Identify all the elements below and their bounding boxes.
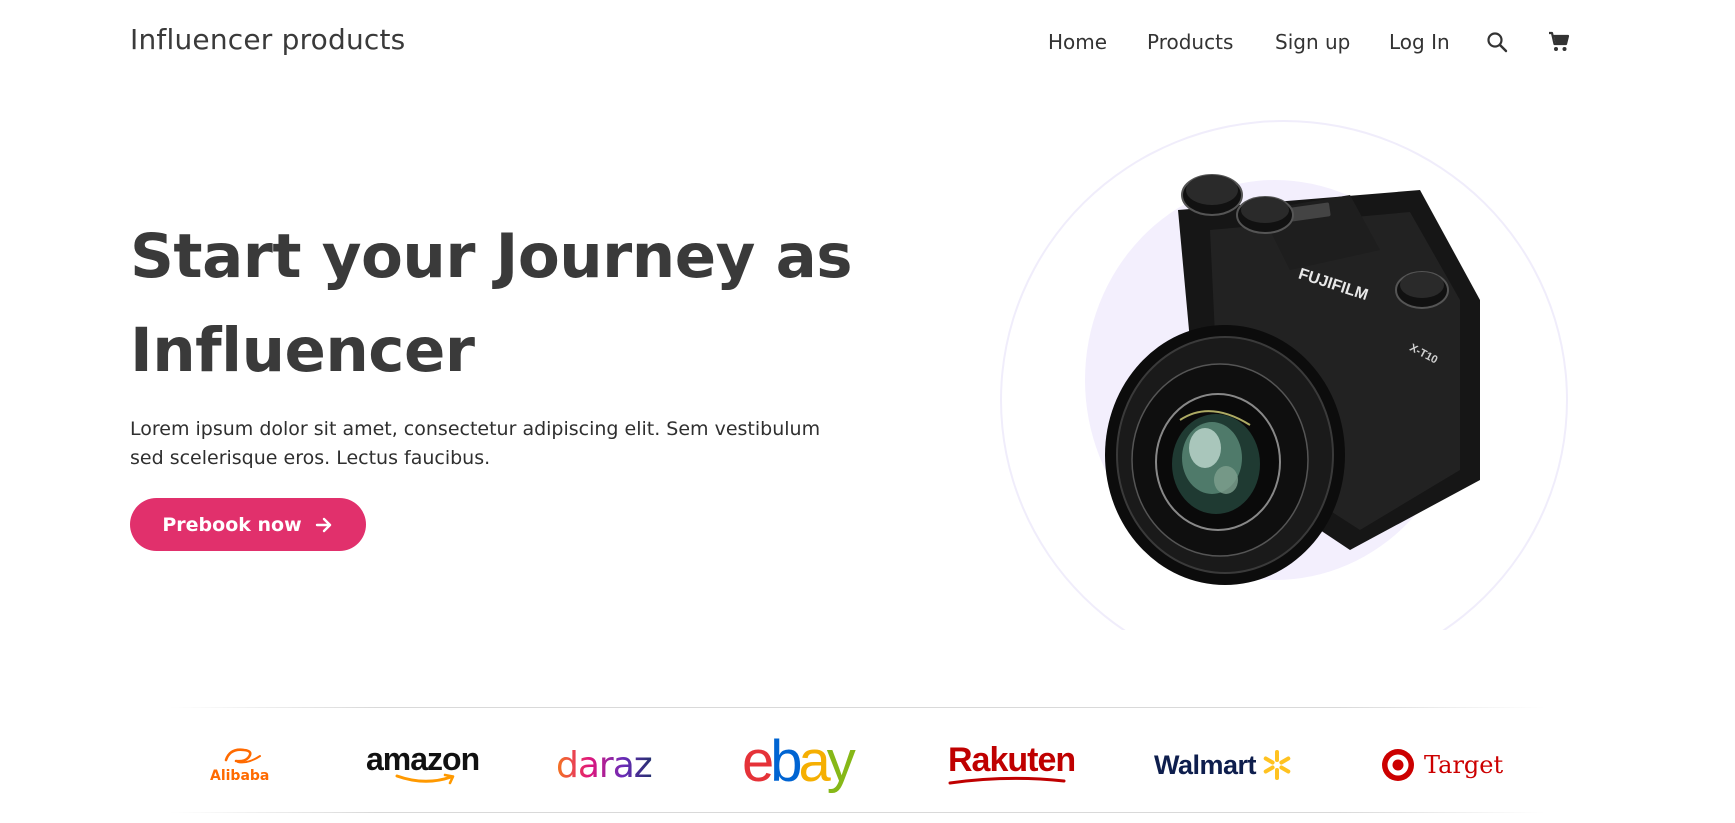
amazon-smile-icon xyxy=(395,773,454,785)
ebay-logo-text: ebay xyxy=(742,735,856,794)
walmart-logo[interactable]: Walmart xyxy=(1154,735,1294,795)
walmart-spark-icon xyxy=(1263,750,1291,780)
main-nav: Home Products Sign up Log In xyxy=(0,30,1735,60)
daraz-logo[interactable]: daraz xyxy=(556,735,658,795)
hero-visual: FUJIFILM X-T10 xyxy=(990,120,1590,630)
daraz-logo-mark: daraz xyxy=(556,745,653,786)
hero-description: Lorem ipsum dolor sit amet, consectetur … xyxy=(130,418,821,469)
rakuten-logo-text: Rakuten xyxy=(948,741,1076,779)
prebook-now-label: Prebook now xyxy=(162,513,302,536)
camera-image: FUJIFILM X-T10 xyxy=(1105,174,1480,585)
brands-divider-top xyxy=(170,707,1545,708)
prebook-now-button[interactable]: Prebook now xyxy=(130,498,366,551)
target-logo[interactable]: Target xyxy=(1380,735,1503,795)
nav-signup-link[interactable]: Sign up xyxy=(1275,30,1350,54)
rakuten-swoosh-icon xyxy=(948,776,1066,785)
rakuten-logo[interactable]: Rakuten xyxy=(948,735,1076,795)
daraz-logo-text: daraz xyxy=(556,745,652,786)
alibaba-logo-text: Alibaba xyxy=(210,768,270,784)
ebay-logo[interactable]: ebay xyxy=(742,735,872,795)
target-bullseye-icon xyxy=(1382,749,1414,781)
hero-title-line-2: Influencer xyxy=(130,315,475,386)
nav-products-link[interactable]: Products xyxy=(1147,30,1233,54)
amazon-logo[interactable]: amazon xyxy=(366,735,480,795)
ebay-logo-mark: ebay xyxy=(742,735,860,794)
cart-icon[interactable] xyxy=(1547,30,1571,54)
nav-login-link[interactable]: Log In xyxy=(1389,30,1450,54)
hero-title: Start your Journey as Influencer xyxy=(130,210,910,398)
brands-divider-bottom xyxy=(170,812,1545,813)
hero-title-line-1: Start your Journey as xyxy=(130,221,853,292)
search-icon[interactable] xyxy=(1485,30,1509,54)
walmart-logo-text: Walmart xyxy=(1154,749,1257,780)
alibaba-logo[interactable]: Alibaba xyxy=(210,735,269,795)
alibaba-mark-icon xyxy=(224,748,261,764)
target-logo-text: Target xyxy=(1424,751,1504,779)
amazon-logo-text: amazon xyxy=(366,741,480,777)
arrow-right-icon xyxy=(315,517,331,532)
nav-home-link[interactable]: Home xyxy=(1048,30,1107,54)
